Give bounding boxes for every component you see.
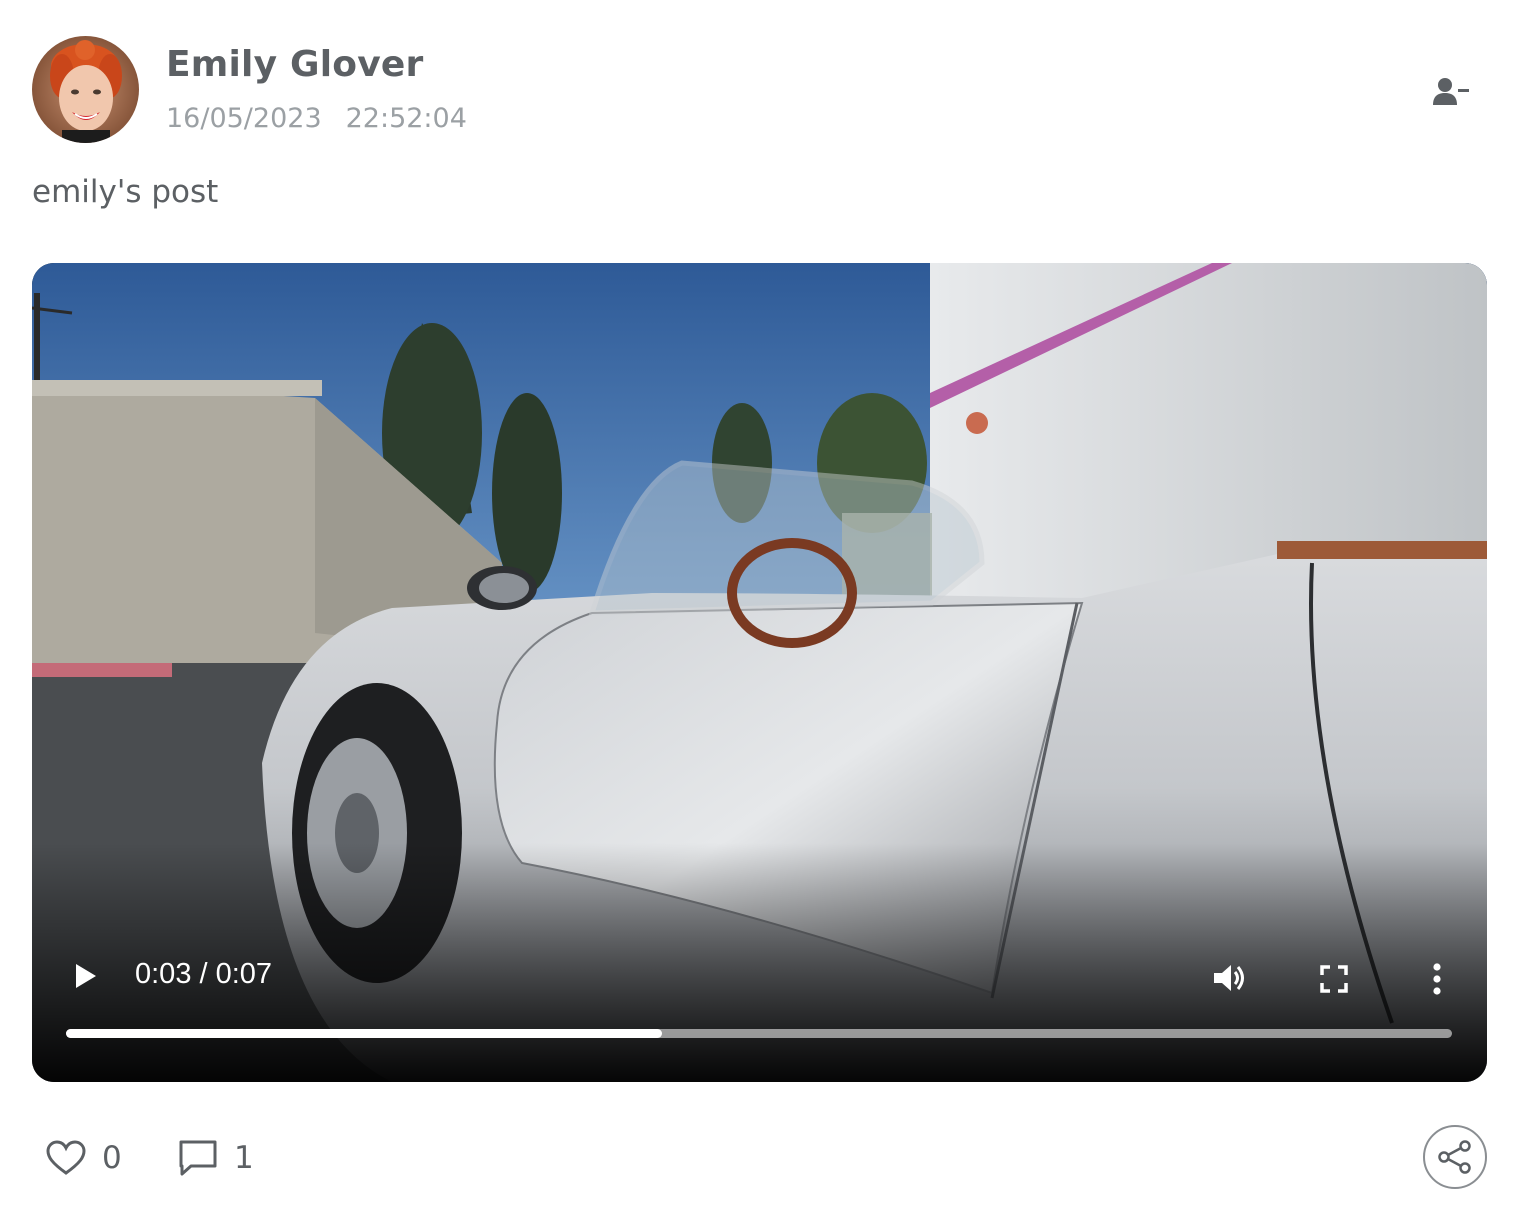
video-controls: 0:03 / 0:07 (32, 263, 1487, 1082)
author-name[interactable]: Emily Glover (166, 44, 423, 85)
heart-icon (46, 1140, 86, 1175)
like-count: 0 (102, 1140, 122, 1176)
comment-count: 1 (234, 1140, 254, 1176)
share-button[interactable] (1423, 1125, 1487, 1189)
like-button[interactable]: 0 (46, 1136, 122, 1180)
volume-icon (1214, 965, 1244, 991)
avatar[interactable] (32, 36, 139, 143)
post-date: 16/05/2023 (166, 103, 322, 134)
fullscreen-icon (1320, 965, 1348, 993)
post-timestamp: 16/05/2023 22:52:04 (166, 103, 467, 134)
video-player[interactable]: 0:03 / 0:07 (32, 263, 1487, 1082)
comment-button[interactable]: 1 (178, 1136, 254, 1180)
post-card: Emily Glover 16/05/2023 22:52:04 emily's … (0, 0, 1524, 1227)
unfollow-button[interactable] (1428, 70, 1476, 114)
more-options-button[interactable] (1422, 960, 1452, 998)
more-vertical-icon (1433, 963, 1441, 995)
post-text: emily's post (32, 174, 219, 210)
play-icon (76, 964, 96, 988)
progress-fill (66, 1029, 662, 1038)
volume-button[interactable] (1210, 958, 1250, 998)
share-icon (1438, 1140, 1471, 1174)
post-time: 22:52:04 (345, 103, 467, 134)
time-readout: 0:03 / 0:07 (135, 958, 273, 990)
play-button[interactable] (68, 958, 104, 994)
user-minus-icon (1433, 78, 1469, 105)
comment-icon (179, 1140, 217, 1176)
fullscreen-button[interactable] (1315, 960, 1353, 998)
progress-bar[interactable] (66, 1029, 1452, 1038)
